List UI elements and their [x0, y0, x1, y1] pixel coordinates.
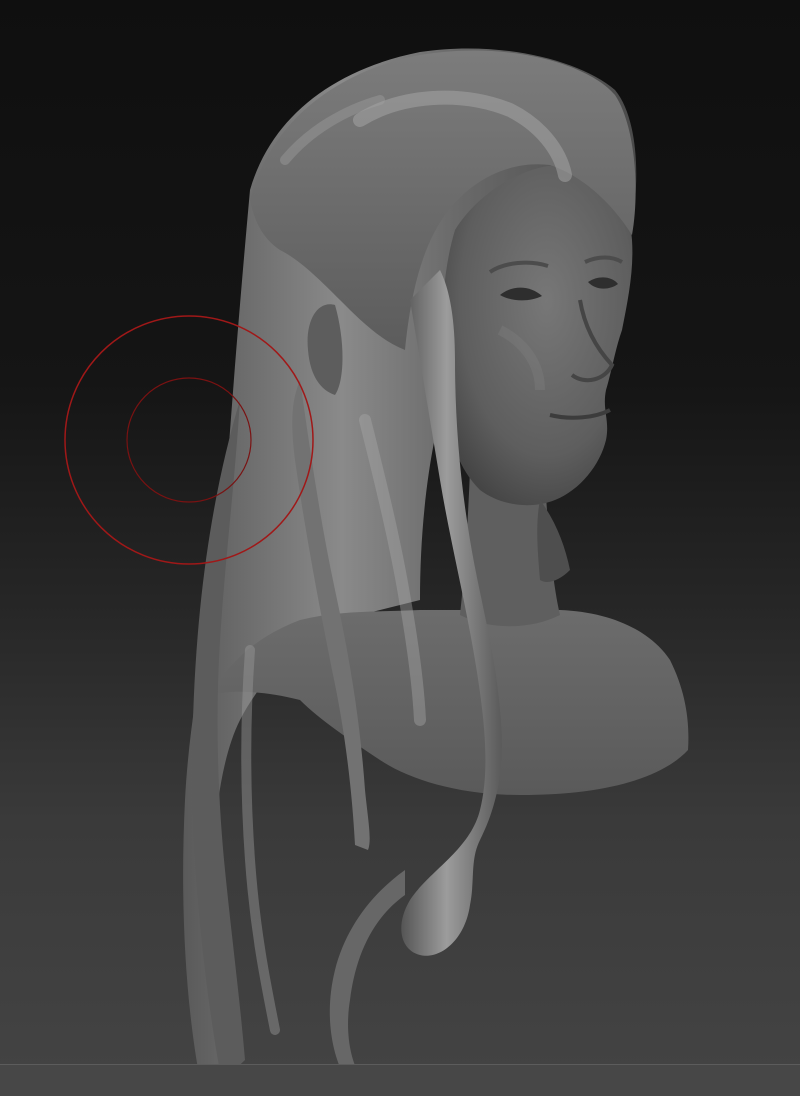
- zbrush-document-viewport[interactable]: [0, 0, 800, 1096]
- floor-band: [0, 1065, 800, 1096]
- hair-strand-left-highlight: [241, 645, 280, 1035]
- shoulders-bust: [210, 610, 689, 795]
- hair-strand-curl: [329, 870, 405, 1078]
- face: [442, 164, 633, 506]
- sculpted-bust-model[interactable]: [0, 0, 800, 1096]
- hair-cheek-lock: [537, 500, 570, 582]
